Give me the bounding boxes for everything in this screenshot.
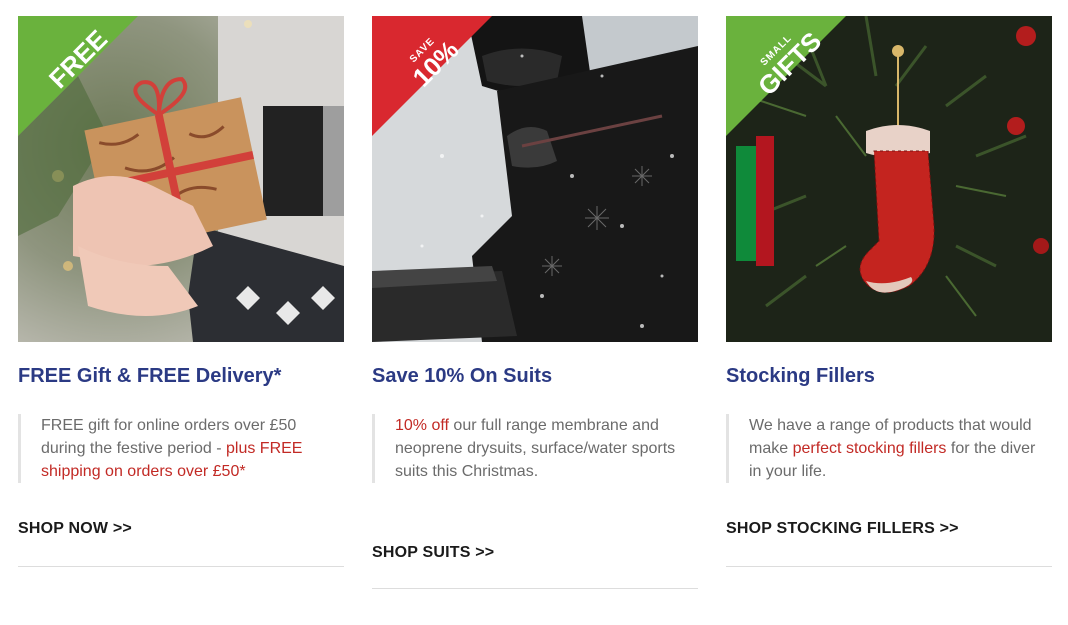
promo-card-free-gift: FREE FREE Gift & FREE Delivery* FREE gif… (18, 16, 344, 567)
promo-card-suits: SAVE 10% Save 10% On Suits 10% off our f… (372, 16, 698, 589)
card-title[interactable]: Stocking Fillers (726, 365, 875, 388)
suits-image-link[interactable]: SAVE 10% (372, 16, 698, 342)
card-description: 10% off our full range membrane and neop… (372, 414, 698, 483)
small-gifts-ribbon: SMALL GIFTS (726, 16, 846, 136)
promo-card-stocking-fillers: SMALL GIFTS Stocking Fillers We have a r… (726, 16, 1052, 567)
shop-now-link[interactable]: SHOP NOW >> (18, 520, 132, 538)
stocking-fillers-image-link[interactable]: SMALL GIFTS (726, 16, 1052, 342)
desc-highlight: 10% off (395, 417, 449, 434)
divider (726, 566, 1052, 567)
shop-suits-link[interactable]: SHOP SUITS >> (372, 544, 494, 562)
card-description: We have a range of products that would m… (726, 414, 1052, 483)
card-title[interactable]: FREE Gift & FREE Delivery* (18, 365, 281, 388)
free-gift-image-link[interactable]: FREE (18, 16, 344, 342)
save-ribbon: SAVE 10% (372, 16, 492, 136)
free-ribbon: FREE (18, 16, 138, 136)
divider (18, 566, 344, 567)
card-description: FREE gift for online orders over £50 dur… (18, 414, 344, 483)
card-title[interactable]: Save 10% On Suits (372, 365, 552, 388)
shop-stocking-fillers-link[interactable]: SHOP STOCKING FILLERS >> (726, 520, 959, 538)
divider (372, 588, 698, 589)
desc-highlight: perfect stocking fillers (792, 440, 947, 457)
